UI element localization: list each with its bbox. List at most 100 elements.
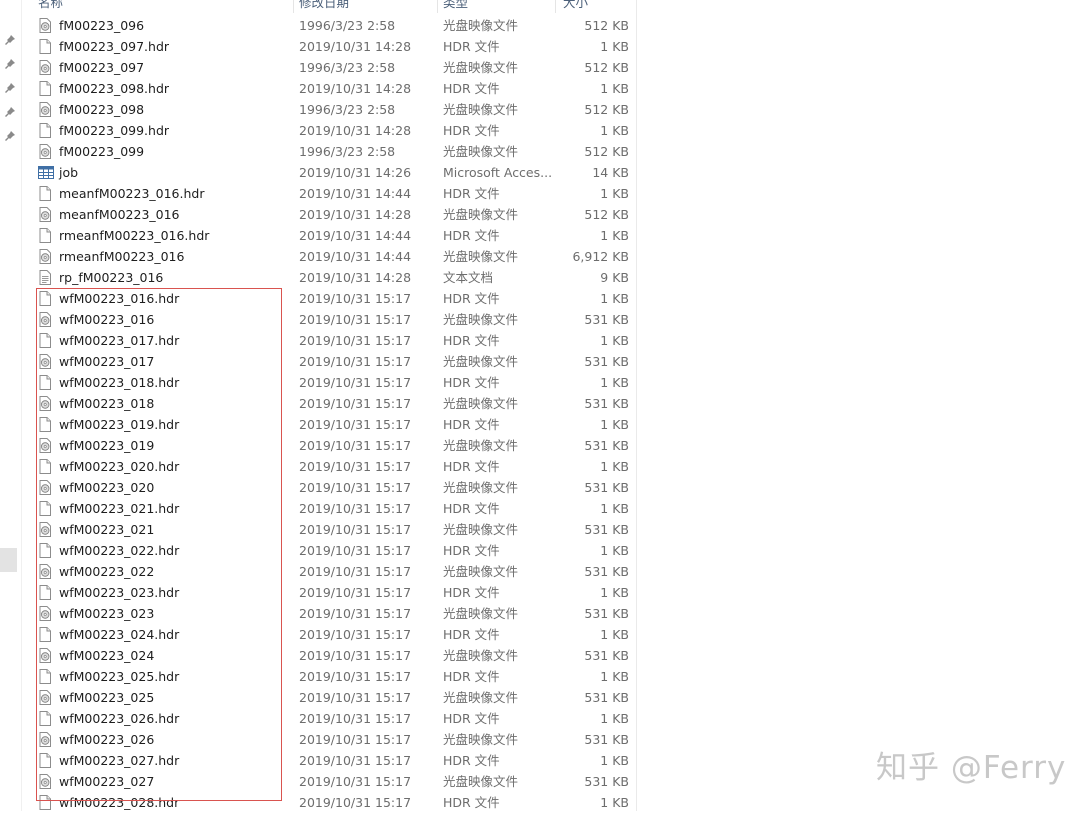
file-size: 512 KB <box>584 144 629 159</box>
file-date-modified: 2019/10/31 15:17 <box>299 690 412 705</box>
blank-file-icon <box>38 81 52 96</box>
file-size: 531 KB <box>584 774 629 789</box>
file-date-modified: 2019/10/31 15:17 <box>299 396 412 411</box>
pin-icon[interactable] <box>4 34 16 46</box>
file-date-modified: 2019/10/31 15:17 <box>299 459 412 474</box>
file-size: 1 KB <box>600 543 629 558</box>
file-row[interactable]: fM00223_099.hdr 2019/10/31 14:28 HDR 文件 1 K… <box>21 120 661 141</box>
file-row[interactable]: meanfM00223_016.hdr 2019/10/31 14:44 HDR 文… <box>21 183 661 204</box>
file-date-modified: 2019/10/31 15:17 <box>299 669 412 684</box>
file-row[interactable]: rp_fM00223_016 2019/10/31 14:28 文本文档 9 KB <box>21 267 661 288</box>
file-date-modified: 2019/10/31 14:28 <box>299 39 412 54</box>
file-name: meanfM00223_016 <box>59 207 180 222</box>
file-size: 531 KB <box>584 564 629 579</box>
file-size: 1 KB <box>600 186 629 201</box>
file-row[interactable]: fM00223_097.hdr 2019/10/31 14:28 HDR 文件 1 K… <box>21 36 661 57</box>
file-date-modified: 2019/10/31 15:17 <box>299 312 412 327</box>
file-size: 1 KB <box>600 39 629 54</box>
pin-icon[interactable] <box>4 82 16 94</box>
file-row[interactable]: fM00223_097 1996/3/23 2:58 光盘映像文件 512 KB <box>21 57 661 78</box>
file-name: rmeanfM00223_016 <box>59 249 185 264</box>
navigation-pane <box>0 0 22 811</box>
file-size: 1 KB <box>600 753 629 768</box>
navigation-scrollbar-thumb[interactable] <box>0 548 17 572</box>
file-date-modified: 2019/10/31 14:44 <box>299 228 412 243</box>
file-date-modified: 2019/10/31 15:17 <box>299 627 412 642</box>
file-row[interactable]: meanfM00223_016 2019/10/31 14:28 光盘映像文件 512… <box>21 204 661 225</box>
file-date-modified: 2019/10/31 15:17 <box>299 774 412 789</box>
file-date-modified: 2019/10/31 15:17 <box>299 333 412 348</box>
file-date-modified: 2019/10/31 14:28 <box>299 81 412 96</box>
file-name: fM00223_097.hdr <box>59 39 170 54</box>
file-date-modified: 2019/10/31 14:28 <box>299 123 412 138</box>
file-date-modified: 2019/10/31 15:17 <box>299 417 412 432</box>
file-name: fM00223_098 <box>59 102 145 117</box>
file-date-modified: 2019/10/31 15:17 <box>299 438 412 453</box>
file-row[interactable]: job 2019/10/31 14:26 Microsoft Acces... 14 … <box>21 162 661 183</box>
file-size: 9 KB <box>600 270 629 285</box>
file-row[interactable]: fM00223_098.hdr 2019/10/31 14:28 HDR 文件 1 K… <box>21 78 661 99</box>
pin-icon[interactable] <box>4 106 16 118</box>
file-date-modified: 2019/10/31 15:17 <box>299 585 412 600</box>
file-name: fM00223_099.hdr <box>59 123 170 138</box>
file-row[interactable]: fM00223_096 1996/3/23 2:58 光盘映像文件 512 KB <box>21 15 661 36</box>
file-date-modified: 2019/10/31 15:17 <box>299 522 412 537</box>
blank-file-icon <box>38 123 52 138</box>
column-header-type[interactable]: 类型 <box>443 0 468 13</box>
file-size: 1 KB <box>600 291 629 306</box>
file-date-modified: 2019/10/31 14:44 <box>299 186 412 201</box>
file-name: job <box>59 165 79 180</box>
file-size: 1 KB <box>600 711 629 726</box>
column-header-date[interactable]: 修改日期 <box>299 0 349 13</box>
file-size: 1 KB <box>600 669 629 684</box>
table-icon <box>38 165 54 180</box>
file-size: 531 KB <box>584 606 629 621</box>
file-size: 531 KB <box>584 690 629 705</box>
file-row[interactable]: fM00223_098 1996/3/23 2:58 光盘映像文件 512 KB <box>21 99 661 120</box>
file-name: rmeanfM00223_016.hdr <box>59 228 210 243</box>
file-size: 1 KB <box>600 795 629 810</box>
file-size: 1 KB <box>600 417 629 432</box>
disc-image-icon <box>38 144 52 159</box>
file-date-modified: 2019/10/31 15:17 <box>299 543 412 558</box>
file-name: fM00223_097 <box>59 60 145 75</box>
file-row[interactable]: rmeanfM00223_016 2019/10/31 14:44 光盘映像文件 6,… <box>21 246 661 267</box>
file-date-modified: 2019/10/31 15:17 <box>299 501 412 516</box>
file-date-modified: 2019/10/31 14:28 <box>299 207 412 222</box>
file-size: 1 KB <box>600 81 629 96</box>
file-date-modified: 2019/10/31 15:17 <box>299 480 412 495</box>
file-row[interactable]: fM00223_099 1996/3/23 2:58 光盘映像文件 512 KB <box>21 141 661 162</box>
file-date-modified: 1996/3/23 2:58 <box>299 102 396 117</box>
disc-image-icon <box>38 18 52 33</box>
column-header-name[interactable]: 名称 <box>38 0 63 13</box>
file-date-modified: 2019/10/31 15:17 <box>299 795 412 810</box>
file-size: 531 KB <box>584 480 629 495</box>
file-size: 531 KB <box>584 522 629 537</box>
watermark-text: 知乎 @Ferry <box>876 750 1067 786</box>
column-divider[interactable] <box>555 0 556 13</box>
file-row[interactable]: rmeanfM00223_016.hdr 2019/10/31 14:44 HDR … <box>21 225 661 246</box>
pin-icon[interactable] <box>4 58 16 70</box>
file-size: 1 KB <box>600 228 629 243</box>
file-date-modified: 2019/10/31 15:17 <box>299 606 412 621</box>
file-size: 531 KB <box>584 354 629 369</box>
column-header-size[interactable]: 大小 <box>563 0 588 13</box>
file-name: fM00223_096 <box>59 18 145 33</box>
text-document-icon <box>38 270 52 285</box>
file-date-modified: 2019/10/31 15:17 <box>299 291 412 306</box>
column-divider[interactable] <box>437 0 438 13</box>
file-size: 6,912 KB <box>572 249 629 264</box>
highlight-annotation-box <box>36 288 282 801</box>
file-name: meanfM00223_016.hdr <box>59 186 205 201</box>
file-size: 512 KB <box>584 207 629 222</box>
disc-image-icon <box>38 60 52 75</box>
file-date-modified: 2019/10/31 15:17 <box>299 753 412 768</box>
file-size: 531 KB <box>584 732 629 747</box>
pin-icon[interactable] <box>4 130 16 142</box>
file-size: 1 KB <box>600 459 629 474</box>
file-size: 531 KB <box>584 312 629 327</box>
column-divider[interactable] <box>293 0 294 13</box>
file-size: 1 KB <box>600 123 629 138</box>
column-header: 名称 修改日期 类型 大小 <box>21 0 636 13</box>
file-date-modified: 1996/3/23 2:58 <box>299 18 396 33</box>
